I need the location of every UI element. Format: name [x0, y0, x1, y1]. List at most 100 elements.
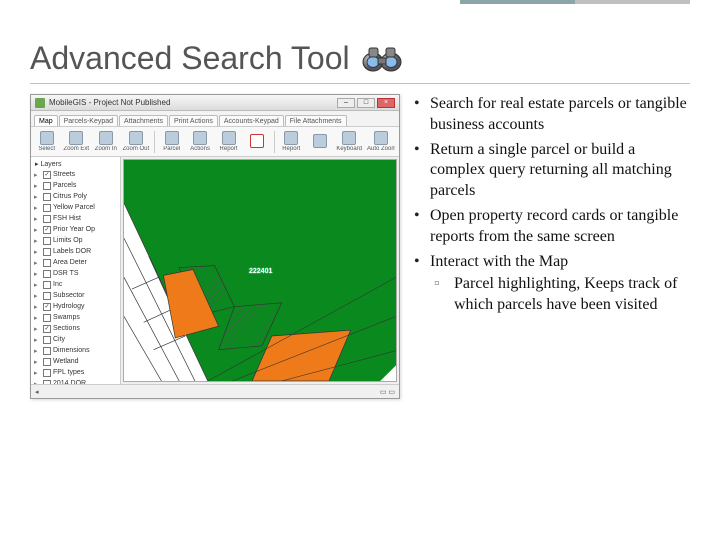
tree-expand-icon[interactable]: ▸: [34, 325, 41, 333]
tab-accounts-keypad[interactable]: Accounts-Keypad: [219, 115, 284, 126]
minimize-button[interactable]: –: [337, 98, 355, 108]
title-divider: [30, 83, 690, 84]
layer-row[interactable]: ▸ Labels DOR: [33, 246, 118, 257]
bullet-text: Interact with the Map: [430, 253, 568, 270]
layers-panel[interactable]: ▸ Layers ▸✓Streets▸Parcels▸Citrus Poly▸Y…: [31, 157, 121, 384]
toolbar-zoom-ext-button[interactable]: Zoom Ext: [63, 131, 89, 152]
layer-checkbox[interactable]: [43, 358, 51, 366]
layer-checkbox[interactable]: [43, 193, 51, 201]
toolbar-info-button[interactable]: [245, 134, 268, 149]
layer-row[interactable]: ▸ Citrus Poly: [33, 191, 118, 202]
tree-expand-icon[interactable]: ▸: [34, 171, 41, 179]
layer-checkbox[interactable]: ✓: [43, 171, 51, 179]
layer-label: Streets: [53, 171, 75, 178]
app-icon: [35, 98, 45, 108]
layer-checkbox[interactable]: ✓: [43, 303, 51, 311]
layer-row[interactable]: ▸Dimensions: [33, 345, 118, 356]
layer-row[interactable]: ▸ Limits Op: [33, 235, 118, 246]
tree-expand-icon[interactable]: ▸: [34, 248, 41, 256]
tab-parcels-keypad[interactable]: Parcels-Keypad: [59, 115, 118, 126]
tab-print-actions[interactable]: Print Actions: [169, 115, 218, 126]
layer-row[interactable]: ▸Wetland: [33, 356, 118, 367]
map-canvas[interactable]: 222401: [123, 159, 397, 382]
layer-checkbox[interactable]: [43, 215, 51, 223]
gis-app-window: MobileGIS - Project Not Published – □ × …: [30, 94, 400, 399]
layer-row[interactable]: ▸Inc: [33, 279, 118, 290]
toolbar-keyboard-button[interactable]: Keyboard: [336, 131, 362, 152]
toolbar-autozoom-button[interactable]: Auto Zoom: [367, 131, 395, 152]
layer-row[interactable]: ▸Parcels: [33, 180, 118, 191]
tree-expand-icon[interactable]: ▸: [34, 270, 41, 278]
layer-checkbox[interactable]: [43, 182, 51, 190]
tree-expand-icon[interactable]: ▸: [34, 336, 41, 344]
layer-row[interactable]: ▸Subsector: [33, 290, 118, 301]
tree-expand-icon[interactable]: ▸: [34, 281, 41, 289]
layer-row[interactable]: ▸✓Prior Year Op: [33, 224, 118, 235]
tree-expand-icon[interactable]: ▸: [34, 303, 41, 311]
layer-row[interactable]: ▸Area Deter: [33, 257, 118, 268]
toolbar-actions-button[interactable]: Actions: [188, 131, 211, 152]
layer-checkbox[interactable]: [43, 270, 51, 278]
toolbar-extra-button[interactable]: [308, 134, 331, 149]
layer-checkbox[interactable]: ✓: [43, 226, 51, 234]
description-bullets: Search for real estate parcels or tangib…: [414, 94, 690, 399]
layer-row[interactable]: ▸✓Hydrology: [33, 301, 118, 312]
toolbar-report-button[interactable]: Report: [217, 131, 240, 152]
toolbar-zoom-out-button[interactable]: Zoom Out: [123, 131, 150, 152]
maximize-button[interactable]: □: [357, 98, 375, 108]
close-button[interactable]: ×: [377, 98, 395, 108]
layer-label: Citrus Poly: [53, 193, 87, 200]
tab-strip: Map Parcels-Keypad Attachments Print Act…: [31, 111, 399, 127]
tree-expand-icon[interactable]: ▸: [34, 358, 41, 366]
report-icon: [222, 131, 236, 145]
tree-expand-icon[interactable]: ▸: [34, 314, 41, 322]
tab-file-attachments[interactable]: File Attachments: [285, 115, 347, 126]
layer-row[interactable]: ▸FPL types: [33, 367, 118, 378]
layer-checkbox[interactable]: [43, 369, 51, 377]
info-icon: [250, 134, 264, 148]
layer-row[interactable]: ▸✓Streets: [33, 169, 118, 180]
toolbar-report2-button[interactable]: Report: [280, 131, 303, 152]
tree-expand-icon[interactable]: ▸: [34, 182, 41, 190]
toolbar-parcel-button[interactable]: Parcel: [160, 131, 183, 152]
parcel-id-label: 222401: [249, 268, 272, 275]
layer-label: Labels DOR: [53, 248, 91, 255]
layer-checkbox[interactable]: ✓: [43, 325, 51, 333]
layer-checkbox[interactable]: [43, 204, 51, 212]
toolbar-separator: [154, 131, 155, 153]
layer-checkbox[interactable]: [43, 237, 51, 245]
toolbar-zoom-in-button[interactable]: Zoom In: [94, 131, 117, 152]
slide-accent-bar: [460, 0, 690, 4]
layer-label: Limits Op: [53, 237, 83, 244]
layer-checkbox[interactable]: [43, 292, 51, 300]
layer-checkbox[interactable]: [43, 347, 51, 355]
tree-expand-icon[interactable]: ▸: [34, 369, 41, 377]
layer-checkbox[interactable]: [43, 248, 51, 256]
layer-row[interactable]: ▸✓Sections: [33, 323, 118, 334]
tool-icon: [313, 134, 327, 148]
layer-checkbox[interactable]: [43, 314, 51, 322]
tree-expand-icon[interactable]: ▸: [34, 226, 41, 234]
window-titlebar[interactable]: MobileGIS - Project Not Published – □ ×: [31, 95, 399, 111]
layer-row[interactable]: ▸City: [33, 334, 118, 345]
document-icon: [284, 131, 298, 145]
layer-row[interactable]: ▸DSR TS: [33, 268, 118, 279]
layer-checkbox[interactable]: [43, 259, 51, 267]
tree-expand-icon[interactable]: ▸: [34, 193, 41, 201]
window-buttons: – □ ×: [337, 98, 395, 108]
tree-expand-icon[interactable]: ▸: [34, 259, 41, 267]
toolbar-select-button[interactable]: Select: [35, 131, 58, 152]
layer-checkbox[interactable]: [43, 336, 51, 344]
layer-checkbox[interactable]: [43, 281, 51, 289]
tree-expand-icon[interactable]: ▸: [34, 237, 41, 245]
layer-label: Hydrology: [53, 303, 85, 310]
layer-row[interactable]: ▸FSH Hist: [33, 213, 118, 224]
tree-expand-icon[interactable]: ▸: [34, 347, 41, 355]
tab-map[interactable]: Map: [34, 115, 58, 126]
tree-expand-icon[interactable]: ▸: [34, 215, 41, 223]
tree-expand-icon[interactable]: ▸: [34, 204, 41, 212]
tab-attachments[interactable]: Attachments: [119, 115, 168, 126]
tree-expand-icon[interactable]: ▸: [34, 292, 41, 300]
layer-row[interactable]: ▸Swamps: [33, 312, 118, 323]
layer-row[interactable]: ▸Yellow Parcel: [33, 202, 118, 213]
